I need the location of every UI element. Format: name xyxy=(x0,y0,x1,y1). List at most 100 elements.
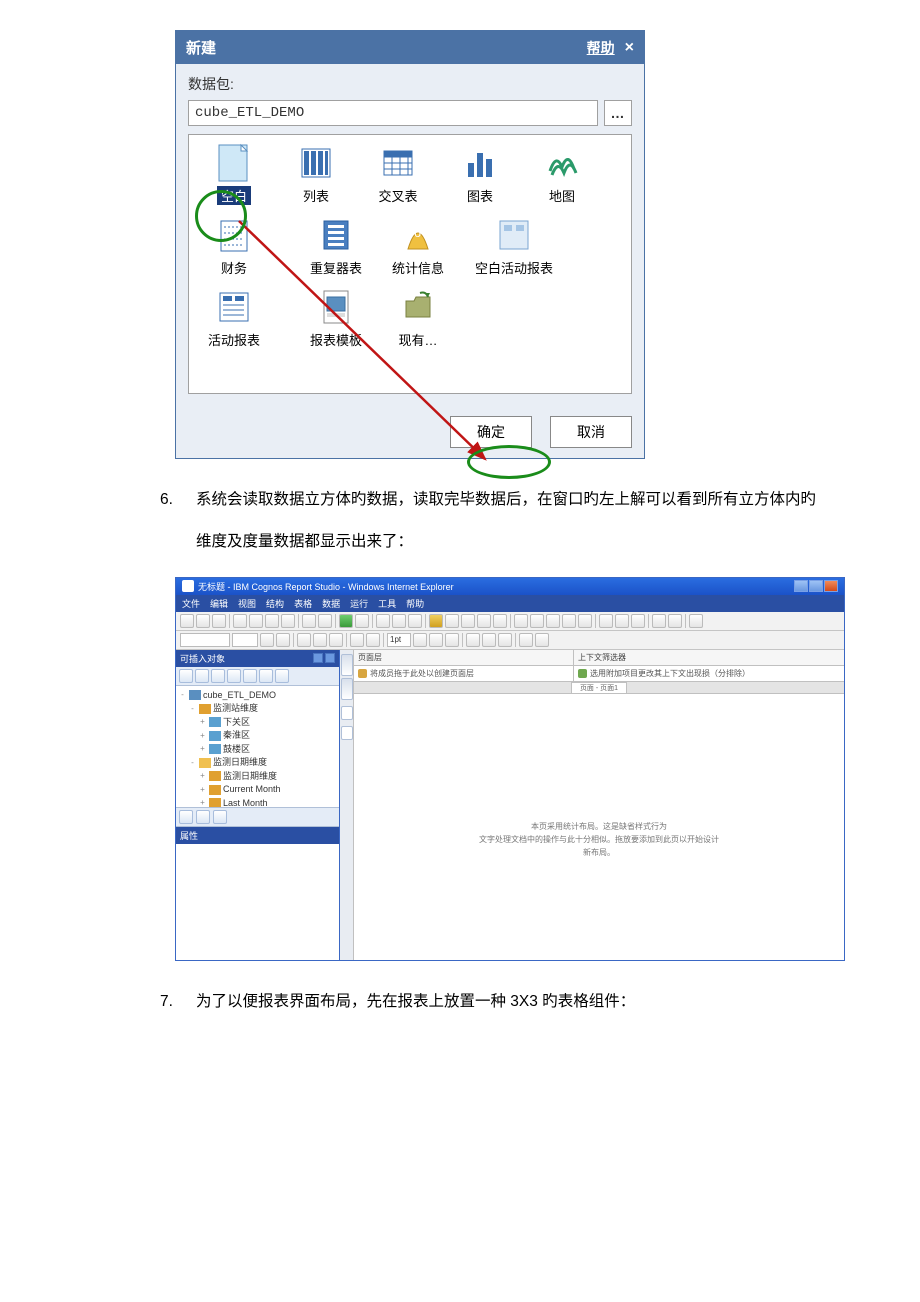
maximize-button[interactable] xyxy=(809,580,823,592)
open-icon[interactable] xyxy=(196,614,210,628)
headers-icon[interactable] xyxy=(562,614,576,628)
panel-collapse-icon[interactable] xyxy=(325,653,335,663)
tree-search-icon[interactable] xyxy=(211,669,225,683)
tree-member-icon[interactable] xyxy=(179,669,193,683)
tree-item[interactable]: -监测日期维度 xyxy=(178,756,337,770)
tree-item[interactable]: +监测日期维度 xyxy=(178,770,337,784)
delete-icon[interactable] xyxy=(281,614,295,628)
data-tree[interactable]: -cube_ETL_DEMO -监测站维度+下关区+秦淮区+鼓楼区-监测日期维度… xyxy=(176,686,339,808)
align-left-icon[interactable] xyxy=(350,633,364,647)
class-icon[interactable] xyxy=(498,633,512,647)
menu-run[interactable]: 运行 xyxy=(350,597,368,610)
pivot-icon[interactable] xyxy=(530,614,544,628)
template-stats[interactable]: σ 统计信息 xyxy=(377,215,459,277)
template-blank-active[interactable]: 空白活动报表 xyxy=(459,215,569,277)
page-icon[interactable] xyxy=(652,614,666,628)
summarize-icon[interactable] xyxy=(461,614,475,628)
menu-edit[interactable]: 编辑 xyxy=(210,597,228,610)
bold-icon[interactable] xyxy=(297,633,311,647)
tree-create-icon[interactable] xyxy=(243,669,257,683)
condition-explorer-icon[interactable] xyxy=(341,706,353,720)
options-icon[interactable] xyxy=(535,633,549,647)
tree-options-icon[interactable] xyxy=(227,669,241,683)
cut-icon[interactable] xyxy=(233,614,247,628)
parent-icon[interactable] xyxy=(519,633,533,647)
sort-icon[interactable] xyxy=(445,614,459,628)
template-chart[interactable]: 图表 xyxy=(439,143,521,205)
new-icon[interactable] xyxy=(180,614,194,628)
tree-item[interactable]: -监测站维度 xyxy=(178,702,337,716)
template-map[interactable]: 地图 xyxy=(521,143,603,205)
menu-view[interactable]: 视图 xyxy=(238,597,256,610)
cancel-button[interactable]: 取消 xyxy=(550,416,632,448)
drill-icon[interactable] xyxy=(578,614,592,628)
group-icon[interactable] xyxy=(493,614,507,628)
menu-table[interactable]: 表格 xyxy=(294,597,312,610)
context-filter-dropzone[interactable]: 选用附加项目更改其上下文出现损（分排除） xyxy=(574,666,844,681)
help-icon[interactable] xyxy=(689,614,703,628)
browse-button[interactable]: … xyxy=(604,100,632,126)
template-existing[interactable]: 现有… xyxy=(377,287,459,349)
variable-explorer-icon[interactable] xyxy=(341,726,353,740)
border-color-icon[interactable] xyxy=(429,633,443,647)
tree-item[interactable]: +鼓楼区 xyxy=(178,743,337,757)
tree-item[interactable]: +下关区 xyxy=(178,716,337,730)
font-color-icon[interactable] xyxy=(260,633,274,647)
tree-item[interactable]: +秦淮区 xyxy=(178,729,337,743)
tree-settings-icon[interactable] xyxy=(275,669,289,683)
query-explorer-tab[interactable] xyxy=(341,678,353,700)
section-icon[interactable] xyxy=(514,614,528,628)
variable-icon[interactable] xyxy=(599,614,613,628)
menu-data[interactable]: 数据 xyxy=(322,597,340,610)
back-icon[interactable] xyxy=(392,614,406,628)
template-repeater[interactable]: 重复器表 xyxy=(295,215,377,277)
border-width-select[interactable]: 1pt xyxy=(387,633,411,647)
toolbox-tab-icon[interactable] xyxy=(213,810,227,824)
save-icon[interactable] xyxy=(212,614,226,628)
page-layer-dropzone[interactable]: 将成员拖于此处以创建页面层 xyxy=(354,666,574,681)
condition-icon[interactable] xyxy=(615,614,629,628)
query-icon[interactable] xyxy=(668,614,682,628)
tree-item[interactable]: +Current Month xyxy=(178,783,337,797)
paste-icon[interactable] xyxy=(265,614,279,628)
undo-icon[interactable] xyxy=(302,614,316,628)
copy-icon[interactable] xyxy=(249,614,263,628)
padding-icon[interactable] xyxy=(466,633,480,647)
lock-icon[interactable] xyxy=(376,614,390,628)
menu-file[interactable]: 文件 xyxy=(182,597,200,610)
panel-dropdown-icon[interactable] xyxy=(313,653,323,663)
template-report-template[interactable]: 报表模板 xyxy=(295,287,377,349)
data-package-field[interactable]: cube_ETL_DEMO xyxy=(188,100,598,126)
close-icon[interactable]: × xyxy=(625,39,634,57)
minimize-button[interactable] xyxy=(794,580,808,592)
source-tab-icon[interactable] xyxy=(179,810,193,824)
run-icon[interactable] xyxy=(339,614,353,628)
style-icon[interactable] xyxy=(482,633,496,647)
underline-icon[interactable] xyxy=(329,633,343,647)
calc-icon[interactable] xyxy=(477,614,491,628)
menu-tools[interactable]: 工具 xyxy=(378,597,396,610)
help-link[interactable]: 帮助 xyxy=(587,38,615,58)
template-financial[interactable]: 财务 xyxy=(193,215,275,277)
template-blank[interactable]: 空白 xyxy=(193,143,275,205)
template-active[interactable]: 活动报表 xyxy=(193,287,275,349)
menu-help[interactable]: 帮助 xyxy=(406,597,424,610)
tree-label[interactable]: cube_ETL_DEMO xyxy=(203,689,276,703)
page-tab[interactable]: 页面 - 页面1 xyxy=(571,682,627,693)
borders-icon[interactable] xyxy=(445,633,459,647)
layout-icon[interactable] xyxy=(631,614,645,628)
tree-refresh-icon[interactable] xyxy=(259,669,273,683)
data-items-tab-icon[interactable] xyxy=(196,810,210,824)
forward-icon[interactable] xyxy=(408,614,422,628)
bg-color-icon[interactable] xyxy=(276,633,290,647)
font-size-select[interactable] xyxy=(232,633,258,647)
window-close-button[interactable] xyxy=(824,580,838,592)
page-explorer-tab[interactable] xyxy=(341,654,353,676)
border-style-icon[interactable] xyxy=(413,633,427,647)
filter-icon[interactable] xyxy=(429,614,443,628)
tree-item[interactable]: +Last Month xyxy=(178,797,337,808)
font-family-select[interactable] xyxy=(180,633,230,647)
template-list[interactable]: 列表 xyxy=(275,143,357,205)
italic-icon[interactable] xyxy=(313,633,327,647)
ok-button[interactable]: 确定 xyxy=(450,416,532,448)
